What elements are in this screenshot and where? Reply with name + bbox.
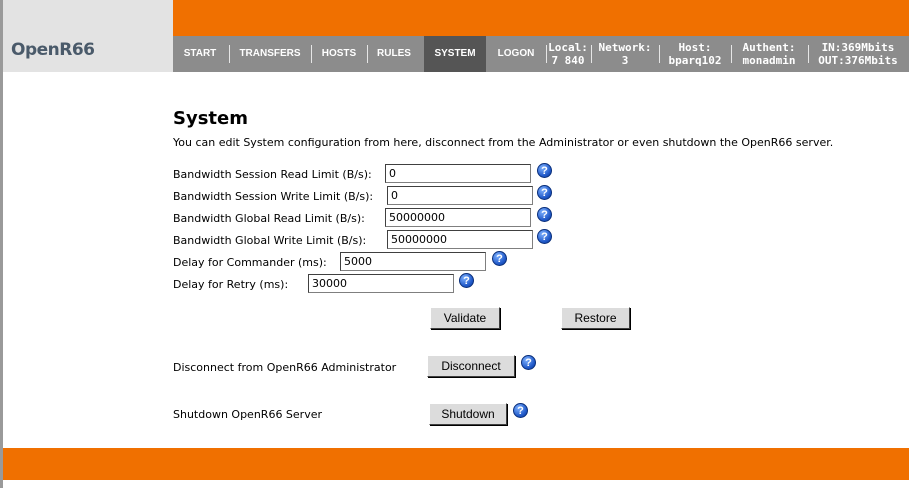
retry-delay-input[interactable] xyxy=(308,274,454,293)
left-border xyxy=(0,0,3,488)
stat-bandwidth-in: IN:369Mbits xyxy=(821,41,895,54)
field-label-retry-delay: Delay for Retry (ms): xyxy=(173,278,289,291)
app-logo: OpenR66 xyxy=(11,40,95,60)
help-icon[interactable]: ? xyxy=(537,185,552,200)
help-icon[interactable]: ? xyxy=(513,403,528,418)
global-write-limit-input[interactable] xyxy=(387,230,533,249)
stat-network-value: 3 xyxy=(621,54,629,67)
stat-bandwidth: IN:369Mbits OUT:376Mbits xyxy=(810,41,906,67)
nav-separator xyxy=(659,45,660,63)
stat-local: Local: 7 840 xyxy=(547,41,589,67)
nav-separator xyxy=(311,45,312,63)
commander-delay-input[interactable] xyxy=(340,252,486,271)
field-label-session-write: Bandwidth Session Write Limit (B/s): xyxy=(173,190,374,203)
page-title: System xyxy=(173,108,248,129)
stat-authent-label: Authent: xyxy=(742,41,796,54)
nav-system[interactable]: SYSTEM xyxy=(424,36,486,72)
page-intro: You can edit System configuration from h… xyxy=(173,136,834,149)
disconnect-button[interactable]: Disconnect xyxy=(427,355,515,377)
nav-separator xyxy=(591,45,592,63)
nav-hosts[interactable]: HOSTS xyxy=(313,36,365,72)
help-icon[interactable]: ? xyxy=(537,207,552,222)
global-read-limit-input[interactable] xyxy=(385,208,531,227)
stat-authent-value: monadmin xyxy=(742,54,796,67)
nav-transfers[interactable]: TRANSFERS xyxy=(231,36,309,72)
disconnect-label: Disconnect from OpenR66 Administrator xyxy=(173,361,397,374)
session-read-limit-input[interactable] xyxy=(385,164,531,183)
nav-separator xyxy=(731,45,732,63)
header-banner xyxy=(173,0,909,36)
nav-separator xyxy=(367,45,368,63)
nav-rules[interactable]: RULES xyxy=(369,36,419,72)
stat-network-label: Network: xyxy=(598,41,652,54)
help-icon[interactable]: ? xyxy=(537,229,552,244)
help-icon[interactable]: ? xyxy=(521,355,536,370)
stat-local-label: Local: xyxy=(548,41,588,54)
stat-local-value: 7 840 xyxy=(551,54,585,67)
stat-host-label: Host: xyxy=(678,41,712,54)
shutdown-button[interactable]: Shutdown xyxy=(429,403,507,425)
footer-banner xyxy=(3,448,909,480)
restore-button[interactable]: Restore xyxy=(561,307,630,329)
shutdown-label: Shutdown OpenR66 Server xyxy=(173,408,323,421)
nav-start[interactable]: START xyxy=(173,36,227,72)
help-icon[interactable]: ? xyxy=(537,163,552,178)
help-icon[interactable]: ? xyxy=(459,273,474,288)
nav-separator xyxy=(808,45,809,63)
logo-area: OpenR66 xyxy=(3,0,173,72)
field-label-session-read: Bandwidth Session Read Limit (B/s): xyxy=(173,168,372,181)
nav-logon[interactable]: LOGON xyxy=(488,36,544,72)
stat-host: Host: bparq102 xyxy=(661,41,729,67)
stat-host-value: bparq102 xyxy=(668,54,722,67)
stat-network: Network: 3 xyxy=(593,41,657,67)
help-icon[interactable]: ? xyxy=(492,251,507,266)
stat-authent: Authent: monadmin xyxy=(733,41,805,67)
stat-bandwidth-out: OUT:376Mbits xyxy=(818,54,898,67)
session-write-limit-input[interactable] xyxy=(387,186,533,205)
validate-button[interactable]: Validate xyxy=(430,307,500,329)
nav-bar: START TRANSFERS HOSTS RULES SYSTEM LOGON… xyxy=(173,36,909,72)
nav-separator xyxy=(229,45,230,63)
field-label-global-read: Bandwidth Global Read Limit (B/s): xyxy=(173,212,365,225)
field-label-commander-delay: Delay for Commander (ms): xyxy=(173,256,327,269)
field-label-global-write: Bandwidth Global Write Limit (B/s): xyxy=(173,234,367,247)
